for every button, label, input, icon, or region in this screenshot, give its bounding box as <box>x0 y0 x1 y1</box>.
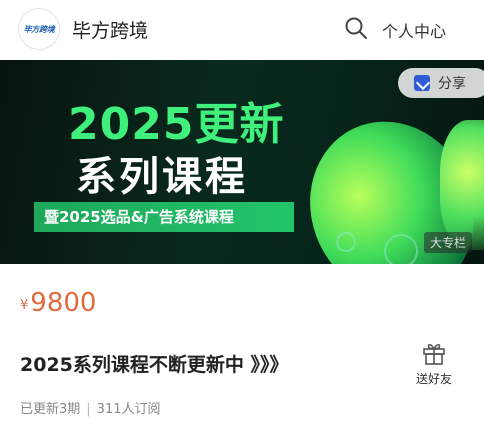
share-button[interactable]: 分享 <box>398 68 484 98</box>
gift-icon <box>423 343 445 365</box>
course-price: ¥9800 <box>20 288 96 318</box>
subscriber-count: 311人订阅 <box>96 402 161 417</box>
gift-label: 送好友 <box>415 372 452 386</box>
course-title: 2025系列课程不断更新中 》》》 <box>20 354 289 376</box>
banner-ring <box>384 234 418 264</box>
gift-to-friend-button[interactable]: 送好友 <box>412 340 456 388</box>
meta-divider: | <box>86 402 91 417</box>
top-header: 毕方跨境 毕方跨境 个人中心 <box>0 0 484 60</box>
share-icon <box>414 75 430 91</box>
banner-subtitle-strip: 暨2025选品&广告系统课程 <box>34 202 294 232</box>
logo-text: 毕方跨境 <box>23 24 55 34</box>
banner-ring <box>336 232 356 252</box>
banner-decoration <box>440 120 484 250</box>
price-currency: ¥ <box>20 298 29 313</box>
share-label: 分享 <box>438 76 466 92</box>
search-icon[interactable] <box>344 16 368 40</box>
profile-link[interactable]: 个人中心 <box>382 18 446 42</box>
course-banner: 2025更新 系列课程 暨2025选品&广告系统课程 分享 大专栏 <box>0 60 484 264</box>
price-amount: 9800 <box>30 288 97 318</box>
brand-logo[interactable]: 毕方跨境 <box>18 8 60 50</box>
update-count: 已更新3期 <box>20 402 81 417</box>
course-meta: 已更新3期 | 311人订阅 <box>20 398 161 417</box>
brand-name[interactable]: 毕方跨境 <box>72 16 148 43</box>
banner-headline-series: 系列课程 <box>76 154 248 200</box>
column-tag: 大专栏 <box>424 232 473 253</box>
banner-headline-year: 2025更新 <box>68 99 285 150</box>
